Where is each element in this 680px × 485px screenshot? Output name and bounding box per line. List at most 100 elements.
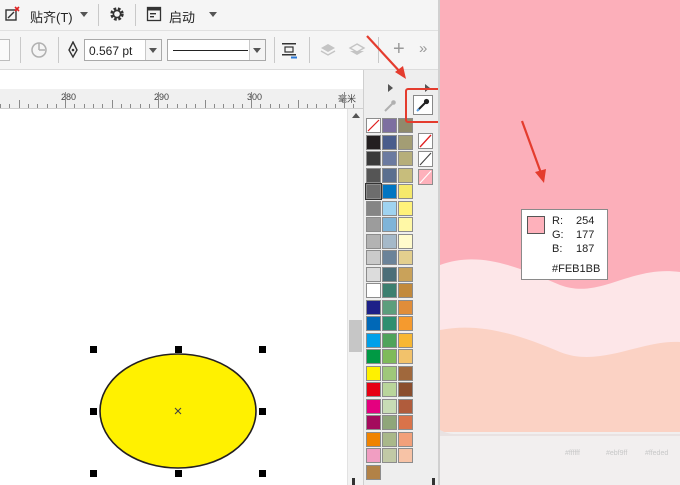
line-style-dropdown[interactable] — [249, 40, 265, 60]
palette-color-swatch[interactable] — [382, 266, 397, 282]
palette-color-swatch[interactable] — [398, 365, 413, 381]
palette-color-swatch[interactable] — [398, 431, 413, 447]
no-outline-icon[interactable] — [418, 151, 433, 167]
palette-color-swatch[interactable] — [398, 299, 413, 315]
palette-color-swatch[interactable] — [366, 299, 381, 315]
scroll-up-arrow-icon[interactable] — [352, 113, 360, 118]
palette-color-swatch[interactable] — [366, 431, 381, 447]
fill-color-icon[interactable] — [418, 169, 433, 185]
layer-forward-icon[interactable] — [319, 41, 337, 59]
palette-color-swatch[interactable] — [366, 266, 381, 282]
palette-color-swatch[interactable] — [382, 184, 397, 199]
palette-eyedropper-icon[interactable] — [383, 99, 397, 113]
selection-handle[interactable] — [90, 470, 97, 477]
palette-color-swatch[interactable] — [366, 464, 381, 480]
palette-color-swatch[interactable] — [382, 431, 397, 447]
palette-color-swatch[interactable] — [366, 332, 381, 348]
pen-nib-icon — [66, 40, 80, 59]
palette-color-swatch[interactable] — [382, 415, 397, 430]
palette-color-swatch[interactable] — [366, 365, 381, 381]
palette-color-swatch[interactable] — [398, 398, 413, 414]
ruler-tick — [167, 104, 169, 108]
palette-color-swatch[interactable] — [382, 398, 397, 414]
palette-color-swatch[interactable] — [382, 134, 397, 150]
palette-color-swatch[interactable] — [366, 382, 381, 397]
palette-color-swatch[interactable] — [382, 316, 397, 331]
palette-color-swatch[interactable] — [382, 167, 397, 183]
palette-color-swatch[interactable] — [366, 167, 381, 183]
ellipse-shape[interactable] — [96, 351, 262, 475]
launch-dropdown-arrow-icon[interactable] — [209, 12, 217, 17]
palette-color-swatch[interactable] — [382, 299, 397, 315]
palette-color-swatch[interactable] — [366, 398, 381, 414]
selection-handle[interactable] — [90, 408, 97, 415]
palette-color-swatch[interactable] — [398, 448, 413, 463]
palette-color-swatch[interactable] — [382, 151, 397, 166]
ruler-tick — [9, 104, 11, 108]
palette-color-swatch[interactable] — [398, 349, 413, 364]
drawing-canvas[interactable] — [0, 109, 347, 485]
snap-icon[interactable] — [4, 6, 20, 22]
palette-color-swatch[interactable] — [382, 118, 397, 133]
palette-color-swatch[interactable] — [398, 233, 413, 249]
palette-color-swatch[interactable] — [366, 233, 381, 249]
palette-color-swatch[interactable] — [398, 415, 413, 430]
palette-color-swatch[interactable] — [365, 183, 382, 200]
palette-color-swatch[interactable] — [366, 200, 381, 216]
palette-color-swatch[interactable] — [366, 217, 381, 232]
palette-color-swatch[interactable] — [382, 250, 397, 265]
selection-handle[interactable] — [175, 470, 182, 477]
palette-color-swatch[interactable] — [382, 217, 397, 232]
palette-color-swatch[interactable] — [382, 233, 397, 249]
palette-color-swatch[interactable] — [398, 167, 413, 183]
palette-color-swatch[interactable] — [398, 217, 413, 232]
selection-handle[interactable] — [175, 346, 182, 353]
line-style-select[interactable] — [167, 39, 266, 61]
launch-icon[interactable] — [146, 6, 162, 22]
palette-color-swatch[interactable] — [382, 349, 397, 364]
selection-handle[interactable] — [259, 346, 266, 353]
palette-color-swatch[interactable] — [382, 200, 397, 216]
palette-color-swatch[interactable] — [366, 415, 381, 430]
palette-color-swatch[interactable] — [366, 448, 381, 463]
palette-color-swatch[interactable] — [366, 316, 381, 331]
scroll-thumb[interactable] — [349, 320, 362, 352]
palette-no-color-swatch[interactable] — [366, 118, 381, 133]
outline-width-dropdown[interactable] — [145, 40, 161, 60]
vertical-scrollbar[interactable] — [347, 109, 364, 485]
palette-color-swatch[interactable] — [398, 382, 413, 397]
selection-handle[interactable] — [259, 470, 266, 477]
palette-color-swatch[interactable] — [398, 184, 413, 199]
no-fill-icon[interactable] — [418, 133, 433, 149]
palette-color-swatch[interactable] — [398, 266, 413, 282]
palette-color-swatch[interactable] — [366, 349, 381, 364]
pie-chart-icon[interactable] — [30, 41, 48, 59]
snap-dropdown-arrow-icon[interactable] — [80, 12, 88, 17]
more-icon[interactable]: » — [419, 40, 427, 58]
gear-icon[interactable] — [108, 5, 126, 23]
palette-color-swatch[interactable] — [366, 134, 381, 150]
palette-color-swatch[interactable] — [382, 365, 397, 381]
palette-color-swatch[interactable] — [398, 134, 413, 150]
palette-color-swatch[interactable] — [382, 382, 397, 397]
launch-menu-button[interactable]: 启动 — [169, 7, 195, 26]
palette-color-swatch[interactable] — [382, 332, 397, 348]
eyedropper-icon[interactable] — [413, 95, 433, 115]
scroll-stepper[interactable] — [0, 39, 10, 61]
palette-color-swatch[interactable] — [398, 200, 413, 216]
outline-width-field[interactable]: 0.567 pt — [84, 39, 162, 61]
palette-color-swatch[interactable] — [398, 332, 413, 348]
selection-handle[interactable] — [259, 408, 266, 415]
palette-color-swatch[interactable] — [382, 448, 397, 463]
palette-color-swatch[interactable] — [366, 283, 381, 298]
selection-handle[interactable] — [90, 346, 97, 353]
palette-color-swatch[interactable] — [398, 151, 413, 166]
palette-color-swatch[interactable] — [398, 316, 413, 331]
text-wrap-icon[interactable] — [281, 41, 299, 59]
palette-color-swatch[interactable] — [366, 250, 381, 265]
snap-menu-button[interactable]: 贴齐(T) — [30, 7, 73, 26]
palette-color-swatch[interactable] — [398, 250, 413, 265]
palette-color-swatch[interactable] — [398, 283, 413, 298]
palette-color-swatch[interactable] — [366, 151, 381, 166]
palette-color-swatch[interactable] — [382, 283, 397, 298]
